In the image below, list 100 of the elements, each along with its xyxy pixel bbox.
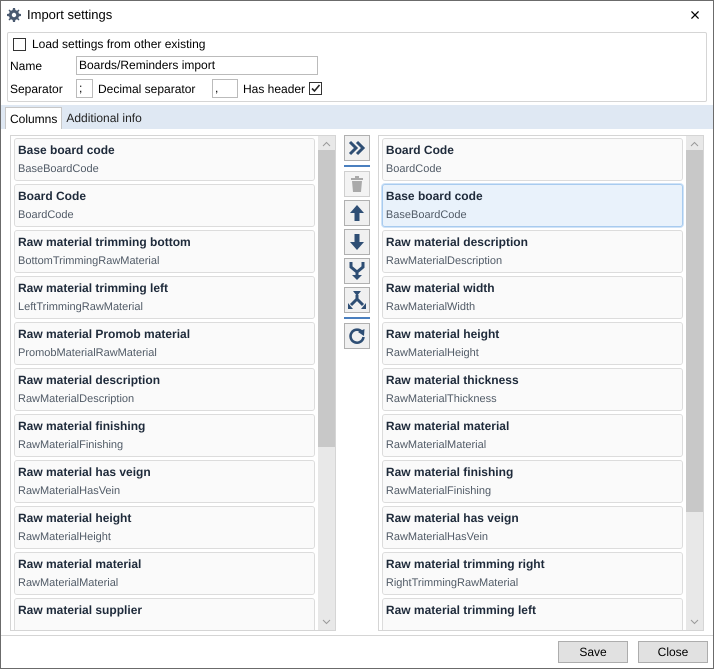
field-label: Separator <box>10 80 64 98</box>
column-item[interactable]: Raw material width RawMaterialWidth <box>382 276 683 319</box>
trash-icon <box>350 175 364 193</box>
column-item[interactable]: Raw material finishing RawMaterialFinishing <box>382 460 683 503</box>
column-item[interactable]: Board Code BoardCode <box>14 184 316 227</box>
column-title: Raw material height <box>18 510 132 526</box>
column-field: BaseBoardCode <box>386 207 679 223</box>
arrow-down-icon <box>349 233 365 251</box>
column-title: Board Code <box>386 142 455 158</box>
merge-arrow-icon <box>349 261 365 281</box>
column-title: Raw material has veign <box>386 510 520 526</box>
column-item[interactable]: Base board code BaseBoardCode <box>382 184 683 227</box>
column-title: Raw material trimming left <box>386 602 537 618</box>
scroll-down-icon <box>690 619 699 625</box>
column-field: RawMaterialHasVein <box>386 529 679 545</box>
column-item[interactable]: Raw material trimming bottom BottomTrimmingRawMaterial <box>14 230 316 273</box>
split-arrow-icon <box>348 290 366 310</box>
column-field: LeftTrimmingRawMaterial <box>18 299 312 315</box>
toolbar-button[interactable] <box>344 258 370 284</box>
separator-field[interactable]: ; <box>76 79 93 98</box>
double-chevron-icon <box>348 140 366 156</box>
column-item[interactable]: Raw material trimming left LeftTrimmingRawMaterial <box>14 276 316 319</box>
scroll-thumb[interactable] <box>318 150 336 447</box>
column-title: Raw material thickness <box>386 372 520 388</box>
toolbar-button[interactable] <box>344 229 370 255</box>
column-item[interactable]: Raw material trimming left <box>382 598 683 630</box>
column-title: Raw material material <box>18 556 142 572</box>
column-item[interactable]: Raw material finishing RawMaterialFinishing <box>14 414 316 457</box>
dialog-button[interactable]: Save <box>558 641 628 663</box>
checkbox[interactable] <box>309 82 322 95</box>
name-field[interactable]: Boards/Reminders import <box>76 56 318 75</box>
column-field: BaseBoardCode <box>18 161 312 177</box>
field-label: Name <box>10 58 44 74</box>
checkbox-label: Load settings from other existing <box>32 36 206 53</box>
column-field: RawMaterialMaterial <box>386 437 679 453</box>
column-title: Raw material description <box>386 234 529 250</box>
column-item[interactable]: Raw material thickness RawMaterialThickness <box>382 368 683 411</box>
column-field: BoardCode <box>386 161 679 177</box>
column-item[interactable]: Raw material has veign RawMaterialHasVein <box>382 506 683 549</box>
column-title: Raw material width <box>386 280 496 296</box>
column-field: RawMaterialDescription <box>18 391 312 407</box>
column-title: Raw material trimming right <box>386 556 546 572</box>
scrollbar[interactable] <box>686 136 703 630</box>
column-field: RawMaterialHeight <box>386 345 679 361</box>
column-field: RawMaterialDescription <box>386 253 679 269</box>
scrollbar[interactable] <box>318 136 336 630</box>
column-field: RawMaterialMaterial <box>18 575 312 591</box>
checkbox-label: Has header <box>243 80 306 98</box>
toolbar-button[interactable] <box>344 323 370 349</box>
column-field: RawMaterialFinishing <box>18 437 312 453</box>
column-item[interactable]: Raw material material RawMaterialMaterial <box>382 414 683 457</box>
window-title: Import settings <box>27 6 112 24</box>
column-title: Raw material height <box>386 326 500 342</box>
scroll-thumb[interactable] <box>686 150 703 512</box>
column-item[interactable]: Raw material height RawMaterialHeight <box>382 322 683 365</box>
column-title: Raw material finishing <box>18 418 146 434</box>
column-title: Raw material description <box>18 372 162 388</box>
scroll-up-icon <box>690 141 699 147</box>
scroll-up-icon <box>322 141 332 147</box>
column-title: Raw material trimming bottom <box>18 234 192 250</box>
column-title: Raw material finishing <box>386 464 514 480</box>
column-item[interactable]: Raw material supplier <box>14 598 316 630</box>
column-item[interactable]: Raw material trimming right RightTrimmingRawMaterial <box>382 552 683 595</box>
column-title: Base board code <box>386 188 484 204</box>
column-title: Raw material Promob material <box>18 326 192 342</box>
toolbar-button[interactable] <box>344 135 370 161</box>
checkbox[interactable] <box>13 38 26 50</box>
decimal-separator-field[interactable]: , <box>212 79 238 98</box>
column-title: Raw material material <box>386 418 510 434</box>
tab[interactable]: Columns <box>5 107 62 129</box>
column-field: RawMaterialThickness <box>386 391 679 407</box>
column-field: RightTrimmingRawMaterial <box>386 575 679 591</box>
column-title: Raw material supplier <box>18 602 144 618</box>
tab[interactable]: Additional info <box>62 107 146 129</box>
column-field: RawMaterialHasVein <box>18 483 312 499</box>
column-item[interactable]: Raw material material RawMaterialMaterial <box>14 552 316 595</box>
column-item[interactable]: Board Code BoardCode <box>382 138 683 181</box>
column-item[interactable]: Raw material description RawMaterialDescription <box>382 230 683 273</box>
field-label: Decimal separator <box>98 80 196 98</box>
gear-icon <box>7 8 21 22</box>
column-title: Raw material trimming left <box>18 280 170 296</box>
column-title: Base board code <box>18 142 116 158</box>
column-field: BoardCode <box>18 207 312 223</box>
column-field: PromobMaterialRawMaterial <box>18 345 312 361</box>
column-title: Raw material has veign <box>18 464 152 480</box>
column-item[interactable]: Raw material Promob material PromobMaterialRawMaterial <box>14 322 316 365</box>
arrow-up-icon <box>349 204 365 222</box>
column-field: RawMaterialHeight <box>18 529 312 545</box>
close-button[interactable]: × <box>683 4 707 26</box>
column-item[interactable]: Raw material has veign RawMaterialHasVein <box>14 460 316 503</box>
scroll-down-icon <box>322 619 332 625</box>
dialog-button[interactable]: Close <box>638 641 708 663</box>
column-field: RawMaterialWidth <box>386 299 679 315</box>
column-field: BottomTrimmingRawMaterial <box>18 253 312 269</box>
column-title: Board Code <box>18 188 88 204</box>
column-item[interactable]: Raw material height RawMaterialHeight <box>14 506 316 549</box>
toolbar-button[interactable] <box>344 200 370 226</box>
column-item[interactable]: Base board code BaseBoardCode <box>14 138 316 181</box>
toolbar-button[interactable] <box>344 287 370 313</box>
column-item[interactable]: Raw material description RawMaterialDescription <box>14 368 316 411</box>
